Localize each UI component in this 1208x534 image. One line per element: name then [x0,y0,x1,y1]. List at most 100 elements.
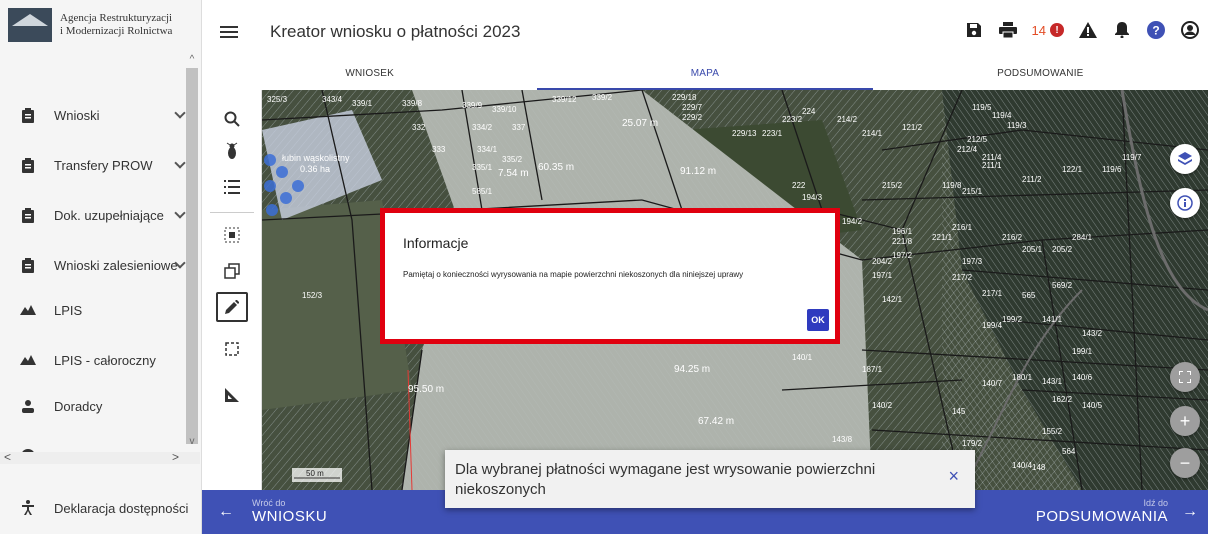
zoom-in-button[interactable]: + [1170,406,1200,436]
scroll-up-icon[interactable]: ^ [186,54,198,65]
parcel-label: 140/7 [982,379,1003,388]
forward-big-label: PODSUMOWANIA [1035,508,1168,525]
sidebar-item-wnioski-zalesieniowe[interactable]: Wnioski zalesieniowe [20,253,186,277]
scroll-left-icon[interactable]: < [4,450,11,464]
parcel-label: 180/1 [1012,373,1033,382]
rectangle-select-tool[interactable] [216,334,248,364]
parcel-label: 564 [1062,447,1076,456]
fullscreen-icon [1179,371,1191,383]
person-icon [20,398,36,414]
parcel-label: 217/2 [952,273,973,282]
parcel-label: 204/2 [872,257,893,266]
sidebar-item-wnioski[interactable]: Wnioski [20,103,186,127]
parcel-label: 339/8 [402,99,423,108]
forward-button[interactable]: Idź do PODSUMOWANIA → [1036,498,1198,525]
logo[interactable]: Agencja Restrukturyzacji i Modernizacji … [8,8,188,42]
map-toolbar [202,90,262,490]
parcel-label: 223/2 [782,115,803,124]
scroll-down-icon[interactable]: v [186,436,198,447]
sidebar-item-transfery-prow[interactable]: Transfery PROW [20,153,186,177]
parcel-label: 229/13 [732,129,757,138]
parcel-label: 205/2 [1052,245,1073,254]
parcel-label: 229/7 [682,103,703,112]
sidebar-item-doradcy[interactable]: Doradcy [20,394,184,418]
save-icon[interactable] [964,20,984,40]
parcel-label: 332 [412,123,426,132]
parcel-label: 119/5 [972,103,992,112]
rectangle-select-icon [225,342,239,356]
forward-small-label: Idź do [1143,498,1168,508]
measurement-label: 7.54 m [498,168,529,179]
account-icon[interactable] [1180,20,1200,40]
notifications-badge[interactable]: 14 ! [1032,23,1064,38]
sidebar-item-label: Dok. uzupełniające [54,207,164,223]
parcel-label: 333 [432,145,446,154]
bug-icon [226,142,238,159]
tab-wniosek[interactable]: WNIOSEK [202,62,537,90]
search-tool[interactable] [216,104,248,134]
warning-icon[interactable] [1078,20,1098,40]
scroll-right-icon[interactable]: > [172,450,179,464]
back-button[interactable]: ← Wróć do WNIOSKU [218,498,327,525]
parcel-label: 216/1 [952,223,973,232]
help-icon[interactable]: ? [1146,20,1166,40]
parcel-label: 211/1 [982,161,1002,170]
draw-tool[interactable] [216,292,248,322]
fullscreen-button[interactable] [1170,362,1200,392]
print-icon[interactable] [998,20,1018,40]
measure-tool[interactable] [216,380,248,410]
layers-button[interactable] [1170,144,1200,174]
parcel-label: 217/1 [982,289,1003,298]
parcel-label: 214/2 [837,115,858,124]
parcel-label: 214/1 [862,129,883,138]
menu-icon[interactable] [220,26,238,38]
bell-icon[interactable] [1112,20,1132,40]
tab-podsumowanie[interactable]: PODSUMOWANIE [873,62,1208,90]
ok-button[interactable]: OK [807,309,829,331]
parcel-label: 119/3 [1007,121,1027,130]
toolbar-divider [210,212,254,213]
parcel-label: 155/2 [1042,427,1063,436]
parcel-label: 339/9 [462,101,483,110]
parcel-label: 339/1 [352,99,373,108]
layers-list-tool[interactable] [216,172,248,202]
parcel-label: 229/2 [682,113,703,122]
parcel-label: 121/2 [902,123,923,132]
parcel-label: 229/18 [672,93,697,102]
parcel-label: 140/1 [792,353,813,362]
chevron-down-icon[interactable] [174,207,186,219]
sidebar-horizontal-scrollbar[interactable]: < > [0,450,200,464]
info-button[interactable] [1170,188,1200,218]
notification-count: 14 [1031,22,1046,38]
select-area-tool[interactable] [216,220,248,250]
parcel-label: 224 [802,107,816,116]
sidebar-item-lpis-całoroczny[interactable]: LPIS - całoroczny [20,348,184,372]
zoom-out-button[interactable]: − [1170,448,1200,478]
sidebar-item-label: LPIS - całoroczny [54,352,156,368]
page-title: Kreator wniosku o płatności 2023 [270,22,521,41]
copy-tool[interactable] [216,256,248,286]
chevron-down-icon[interactable] [174,157,186,169]
sidebar-item-dok-uzupełniające[interactable]: Dok. uzupełniające [20,203,186,227]
sidebar-item-accessibility[interactable]: Deklaracja dostępności [20,500,188,516]
parcel-label: 223/1 [762,129,783,138]
parcel-label: 194/3 [802,193,823,202]
scale-label: 50 m [306,469,324,478]
tab-mapa[interactable]: MAPA [537,62,873,90]
sidebar-item-lpis[interactable]: LPIS [20,298,184,322]
chevron-down-icon[interactable] [174,107,186,119]
sidebar-footer-label: Deklaracja dostępności [54,500,189,516]
parcel-label: 565 [1022,291,1036,300]
close-icon[interactable]: × [948,466,959,487]
parcel-label: 569/2 [1052,281,1073,290]
parcel-label: 211/2 [1022,175,1042,184]
sidebar-scrollbar[interactable]: ^ v [186,54,198,452]
parcel-label: 339/2 [592,93,613,102]
parcel-label: 162/2 [1052,395,1073,404]
scrollbar-thumb[interactable] [186,68,198,444]
parcel-label: 119/4 [992,111,1012,120]
pest-tool[interactable] [216,136,248,166]
clipboard-icon [20,207,36,223]
measurement-label: 94.25 m [674,364,710,375]
parcel-label: 199/1 [1072,347,1093,356]
